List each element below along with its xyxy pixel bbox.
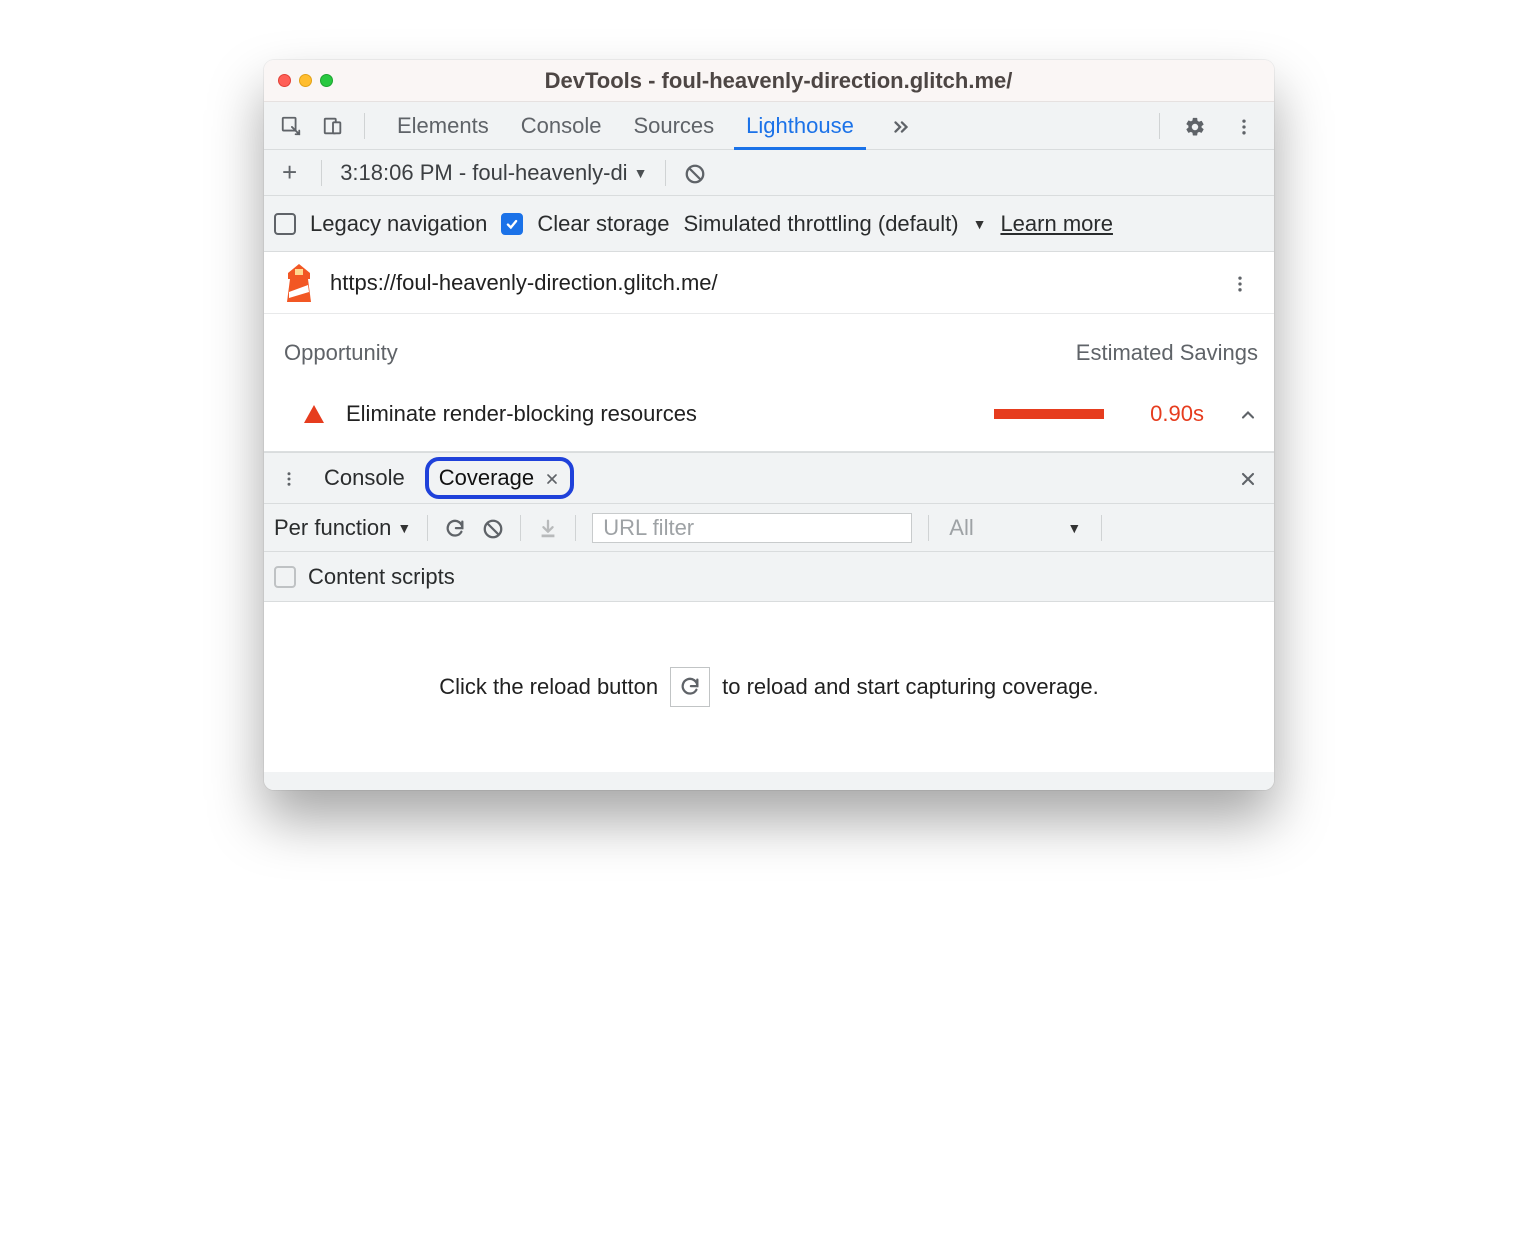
- opportunity-text: Eliminate render-blocking resources: [346, 401, 697, 427]
- drawer-tab-label: Coverage: [439, 465, 534, 491]
- lighthouse-logo-icon: [284, 264, 314, 302]
- separator: [1101, 515, 1102, 541]
- devtools-window: DevTools - foul-heavenly-direction.glitc…: [264, 60, 1274, 790]
- minimize-window-button[interactable]: [299, 74, 312, 87]
- panel-tabs: Elements Console Sources Lighthouse: [381, 102, 870, 149]
- url-filter-placeholder: URL filter: [603, 515, 694, 541]
- throttling-dropdown-caret-icon[interactable]: ▼: [973, 216, 987, 232]
- traffic-lights: [278, 74, 333, 87]
- dropdown-caret-icon: ▼: [634, 165, 648, 181]
- new-report-button[interactable]: +: [276, 157, 303, 188]
- coverage-msg-part-a: Click the reload button: [439, 674, 658, 700]
- opportunity-time: 0.90s: [1150, 401, 1204, 427]
- legacy-navigation-label: Legacy navigation: [310, 211, 487, 237]
- drawer-menu-icon[interactable]: [274, 465, 304, 491]
- dropdown-caret-icon: ▼: [1067, 520, 1081, 536]
- clear-storage-label: Clear storage: [537, 211, 669, 237]
- url-filter-input[interactable]: URL filter: [592, 513, 912, 543]
- coverage-type-filter[interactable]: All ▼: [945, 515, 1085, 541]
- window-title-bar: DevTools - foul-heavenly-direction.glitc…: [264, 60, 1274, 102]
- type-filter-label: All: [949, 515, 973, 541]
- inspect-element-icon[interactable]: [276, 115, 306, 137]
- bottom-strip: [264, 772, 1274, 790]
- toggle-device-toolbar-icon[interactable]: [318, 115, 348, 137]
- close-window-button[interactable]: [278, 74, 291, 87]
- export-icon: [537, 515, 559, 541]
- clear-storage-checkbox[interactable]: [501, 213, 523, 235]
- separator: [364, 113, 365, 139]
- clear-button[interactable]: [684, 160, 706, 186]
- lighthouse-toolbar: + 3:18:06 PM - foul-heavenly-di ▼: [264, 150, 1274, 196]
- coverage-toolbar: Per function ▼ URL filter All ▼: [264, 504, 1274, 552]
- report-menu-icon[interactable]: [1226, 270, 1254, 296]
- more-options-icon[interactable]: [1226, 113, 1262, 139]
- tab-label: Sources: [633, 113, 714, 139]
- collapse-chevron-icon[interactable]: [1238, 401, 1258, 427]
- estimated-savings-label: Estimated Savings: [1076, 340, 1258, 366]
- dropdown-caret-icon: ▼: [397, 520, 411, 536]
- drawer-tab-console[interactable]: Console: [314, 461, 415, 495]
- tab-label: Console: [521, 113, 602, 139]
- reload-button[interactable]: [670, 667, 710, 707]
- separator: [665, 160, 666, 186]
- settings-gear-icon[interactable]: [1176, 113, 1214, 139]
- warning-triangle-icon: [304, 405, 324, 423]
- tab-console[interactable]: Console: [505, 102, 618, 149]
- separator: [575, 515, 576, 541]
- main-toolbar: Elements Console Sources Lighthouse: [264, 102, 1274, 150]
- report-selector[interactable]: 3:18:06 PM - foul-heavenly-di ▼: [340, 160, 647, 186]
- opportunity-header: Opportunity Estimated Savings: [264, 314, 1274, 377]
- drawer-tab-coverage[interactable]: Coverage: [425, 457, 574, 499]
- content-scripts-checkbox[interactable]: [274, 566, 296, 588]
- report-url-row: https://foul-heavenly-direction.glitch.m…: [264, 252, 1274, 314]
- separator: [520, 515, 521, 541]
- opportunity-label: Opportunity: [284, 340, 398, 366]
- throttling-label: Simulated throttling (default): [683, 211, 958, 237]
- reload-icon[interactable]: [444, 515, 466, 541]
- learn-more-link[interactable]: Learn more: [1000, 211, 1113, 237]
- opportunity-item[interactable]: Eliminate render-blocking resources 0.90…: [264, 377, 1274, 452]
- drawer-tab-bar: Console Coverage: [264, 452, 1274, 504]
- zoom-window-button[interactable]: [320, 74, 333, 87]
- coverage-empty-message: Click the reload button to reload and st…: [264, 602, 1274, 772]
- report-selector-label: 3:18:06 PM - foul-heavenly-di: [340, 160, 627, 186]
- lighthouse-options: Legacy navigation Clear storage Simulate…: [264, 196, 1274, 252]
- content-scripts-label: Content scripts: [308, 564, 455, 590]
- window-title: DevTools - foul-heavenly-direction.glitc…: [347, 68, 1210, 94]
- clear-icon[interactable]: [482, 515, 504, 541]
- more-tabs-icon[interactable]: [882, 113, 920, 139]
- close-tab-icon[interactable]: [544, 465, 560, 491]
- legacy-navigation-checkbox[interactable]: [274, 213, 296, 235]
- coverage-msg-part-b: to reload and start capturing coverage.: [722, 674, 1099, 700]
- content-scripts-row: Content scripts: [264, 552, 1274, 602]
- tab-lighthouse[interactable]: Lighthouse: [730, 102, 870, 149]
- granularity-label: Per function: [274, 515, 391, 541]
- report-url: https://foul-heavenly-direction.glitch.m…: [330, 270, 718, 296]
- tab-elements[interactable]: Elements: [381, 102, 505, 149]
- tab-label: Lighthouse: [746, 113, 854, 139]
- separator: [1159, 113, 1160, 139]
- separator: [427, 515, 428, 541]
- tab-sources[interactable]: Sources: [617, 102, 730, 149]
- separator: [321, 160, 322, 186]
- tab-label: Elements: [397, 113, 489, 139]
- drawer-tab-label: Console: [324, 465, 405, 490]
- separator: [928, 515, 929, 541]
- coverage-granularity-select[interactable]: Per function ▼: [274, 515, 411, 541]
- close-drawer-icon[interactable]: [1232, 464, 1264, 492]
- savings-bar: [994, 409, 1104, 419]
